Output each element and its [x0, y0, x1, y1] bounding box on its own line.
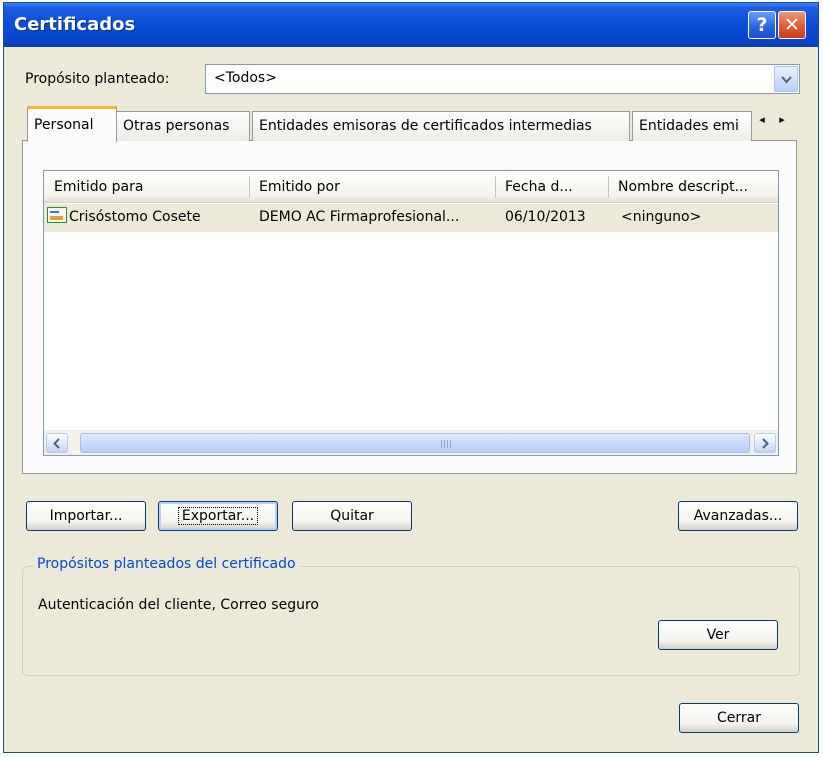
- grip-icon: [441, 440, 453, 448]
- purpose-dropdown-value: <Todos>: [214, 70, 277, 86]
- import-button[interactable]: Importar...: [26, 501, 146, 531]
- export-button[interactable]: Exportar...: [158, 501, 278, 531]
- scroll-right-button[interactable]: [754, 433, 776, 453]
- dropdown-button[interactable]: [774, 66, 798, 92]
- tab-personal[interactable]: Personal: [27, 106, 117, 142]
- column-separator[interactable]: [608, 176, 609, 198]
- tab-scroll-right-icon[interactable]: ▸: [772, 113, 792, 126]
- window-title: Certificados: [14, 14, 136, 35]
- certificate-list[interactable]: Emitido para Emitido por Fecha d... Nomb…: [43, 170, 779, 456]
- tab-scroll-arrows: ◂ ▸: [752, 113, 798, 135]
- help-button[interactable]: ?: [748, 11, 776, 39]
- purpose-label: Propósito planteado:: [25, 71, 170, 87]
- tab-root-cas[interactable]: Entidades emi: [632, 111, 752, 141]
- tab-intermediate-cas[interactable]: Entidades emisoras de certificados inter…: [252, 111, 630, 141]
- column-header-issued-to[interactable]: Emitido para: [44, 171, 249, 203]
- tab-scroll-left-icon[interactable]: ◂: [752, 113, 772, 126]
- title-bar[interactable]: Certificados ? ✕: [4, 3, 818, 47]
- view-button[interactable]: Ver: [658, 620, 778, 650]
- tab-other-people[interactable]: Otras personas: [116, 111, 250, 141]
- chevron-down-icon: [781, 76, 792, 84]
- certificate-icon: [47, 207, 67, 223]
- column-header-date[interactable]: Fecha d...: [495, 171, 608, 203]
- advanced-button[interactable]: Avanzadas...: [678, 501, 798, 531]
- table-row[interactable]: Crisóstomo Cosete DEMO AC Firmaprofesion…: [44, 204, 778, 232]
- chevron-left-icon: [53, 438, 60, 449]
- scroll-left-button[interactable]: [46, 433, 68, 453]
- column-header-friendly-name[interactable]: Nombre descript...: [608, 171, 778, 203]
- column-separator[interactable]: [495, 176, 496, 198]
- scrollbar-thumb[interactable]: [80, 433, 750, 453]
- remove-button[interactable]: Quitar: [292, 501, 412, 531]
- cell-issued-to: Crisóstomo Cosete: [69, 209, 201, 225]
- close-window-button[interactable]: ✕: [778, 11, 806, 39]
- column-header-issued-by[interactable]: Emitido por: [249, 171, 495, 203]
- cell-issued-by: DEMO AC Firmaprofesional...: [259, 209, 460, 225]
- horizontal-scrollbar[interactable]: [44, 430, 778, 455]
- close-button[interactable]: Cerrar: [679, 703, 799, 733]
- export-button-label: Exportar...: [177, 507, 259, 525]
- certificate-purposes-title: Propósitos planteados del certificado: [34, 556, 299, 572]
- cell-date: 06/10/2013: [505, 209, 586, 225]
- purpose-dropdown[interactable]: <Todos>: [205, 64, 800, 94]
- certificate-purposes-text: Autenticación del cliente, Correo seguro: [38, 597, 319, 613]
- column-separator[interactable]: [249, 176, 250, 198]
- cell-friendly-name: <ninguno>: [621, 209, 702, 225]
- chevron-right-icon: [762, 438, 769, 449]
